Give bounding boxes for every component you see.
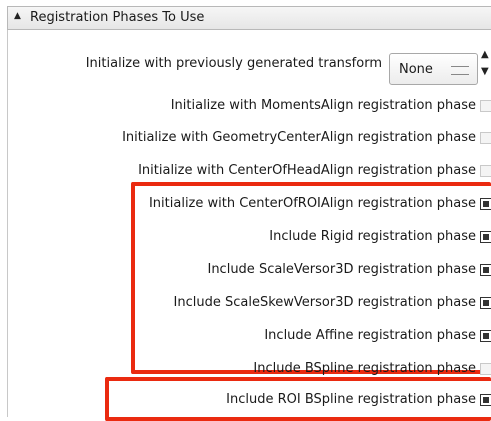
section-header[interactable]: ▲ Registration Phases To Use	[7, 6, 491, 30]
transform-select-value: None	[399, 62, 433, 77]
phase-checkbox-centerofroialign[interactable]	[480, 198, 491, 210]
caret-up-icon[interactable]: ▲	[14, 11, 21, 21]
down-arrow-icon[interactable]: ▼	[481, 66, 489, 77]
phase-checkbox-bspline[interactable]	[480, 363, 491, 375]
phase-label-roi-bspline: Include ROI BSpline registration phase	[226, 392, 476, 407]
phase-label-rigid: Include Rigid registration phase	[269, 229, 476, 244]
phase-label-momentsalign: Initialize with MomentsAlign registratio…	[170, 98, 476, 113]
phase-checkbox-rigid[interactable]	[480, 231, 491, 243]
phase-checkbox-roi-bspline[interactable]	[480, 394, 491, 406]
phase-checkbox-scaleskewversor3d[interactable]	[480, 297, 491, 309]
up-arrow-icon[interactable]: ▲	[481, 49, 489, 60]
phase-label-bspline: Include BSpline registration phase	[253, 361, 476, 376]
phase-label-centerofheadalign: Initialize with CenterOfHeadAlign regist…	[138, 163, 476, 178]
phase-checkbox-geometrycenteralign[interactable]	[480, 132, 491, 144]
phase-label-affine: Include Affine registration phase	[264, 328, 476, 343]
phase-checkbox-momentsalign[interactable]	[480, 100, 491, 112]
phase-label-geometrycenteralign: Initialize with GeometryCenterAlign regi…	[122, 130, 476, 145]
transform-spinner[interactable]: ▲ ▼	[481, 49, 491, 83]
transform-label: Initialize with previously generated tra…	[85, 56, 382, 71]
phase-label-centerofroialign: Initialize with CenterOfROIAlign registr…	[148, 196, 476, 211]
phase-label-scaleskewversor3d: Include ScaleSkewVersor3D registration p…	[173, 295, 476, 310]
dropdown-grip-icon	[451, 66, 469, 75]
phase-label-scaleversor3d: Include ScaleVersor3D registration phase	[207, 262, 476, 277]
phase-checkbox-centerofheadalign[interactable]	[480, 165, 491, 177]
transform-select[interactable]: None	[389, 53, 478, 85]
phase-checkbox-affine[interactable]	[480, 330, 491, 342]
section-title: Registration Phases To Use	[30, 10, 205, 25]
phase-checkbox-scaleversor3d[interactable]	[480, 264, 491, 276]
